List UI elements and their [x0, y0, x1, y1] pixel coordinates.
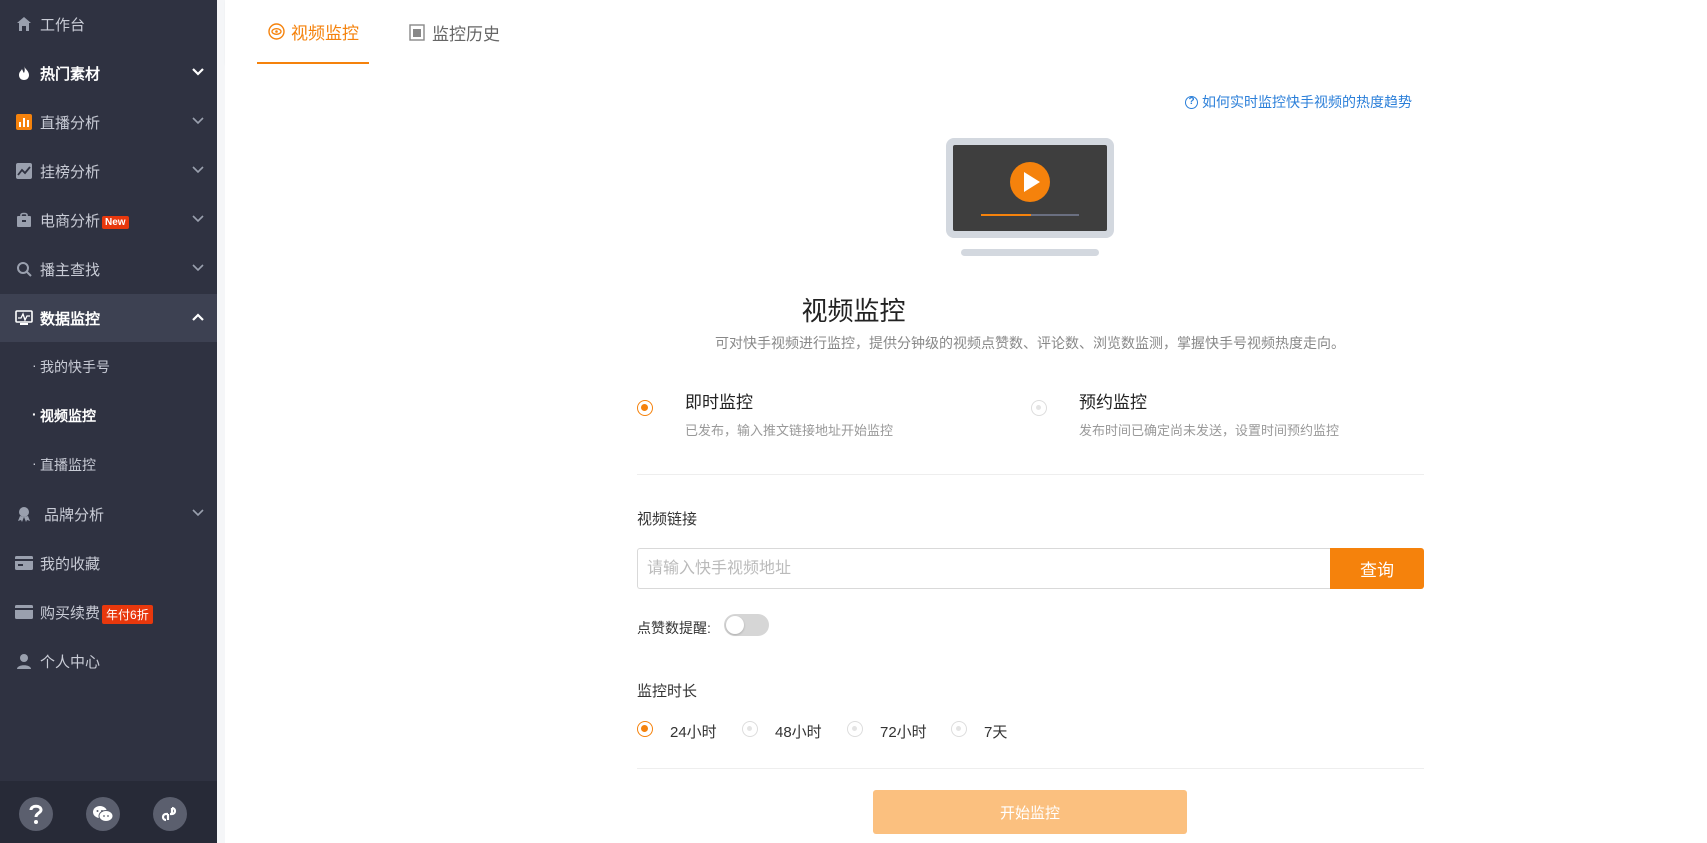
tab-monitor-history[interactable]: 监控历史: [408, 0, 500, 64]
duration-option-label: 7天: [984, 724, 1008, 741]
chevron-down-icon: [192, 215, 204, 223]
duration-option-label: 72小时: [880, 724, 927, 741]
sidebar-subitem-label: 视频监控: [40, 408, 96, 424]
query-button[interactable]: 查询: [1330, 548, 1424, 589]
sidebar-item-workbench[interactable]: 工作台: [0, 0, 217, 48]
wallet-icon: [15, 603, 33, 621]
search-icon: [15, 260, 33, 278]
tab-video-monitor[interactable]: 视频监控: [257, 0, 369, 64]
sidebar-item-label: 电商分析: [40, 213, 101, 230]
radio-duration-24h[interactable]: [637, 721, 653, 737]
sidebar-subitem-label: 我的快手号: [40, 359, 110, 375]
document-icon: [408, 23, 426, 41]
bar-chart-icon: [15, 113, 33, 131]
sidebar: 工作台 热门素材 直播分析 挂榜分析 电商分析 New 播主查找 数据监控 · …: [0, 0, 217, 843]
trend-icon: [15, 162, 33, 180]
shopping-bag-icon: [15, 211, 33, 229]
duration-label: 监控时长: [637, 683, 698, 700]
divider: [637, 768, 1424, 769]
like-reminder-toggle[interactable]: [724, 614, 769, 636]
start-monitor-button[interactable]: 开始监控: [873, 790, 1187, 834]
user-icon: [15, 652, 33, 670]
help-link-text: 如何实时监控快手视频的热度趋势: [1202, 94, 1412, 110]
sidebar-item-label: 购买续费: [40, 605, 101, 622]
home-icon: [15, 15, 33, 33]
sidebar-item-favorites[interactable]: 我的收藏: [0, 539, 217, 587]
video-url-input[interactable]: [637, 548, 1331, 589]
help-icon[interactable]: [19, 797, 53, 831]
duration-option-label: 48小时: [775, 724, 822, 741]
sidebar-item-streamer-search[interactable]: 播主查找: [0, 245, 217, 293]
sidebar-item-hot-material[interactable]: 热门素材: [0, 49, 217, 97]
video-monitor-illustration: [946, 138, 1114, 256]
question-icon: ?: [1185, 95, 1198, 109]
sidebar-item-live-analysis[interactable]: 直播分析: [0, 98, 217, 146]
video-link-label: 视频链接: [637, 511, 698, 528]
page-description: 可对快手视频进行监控，提供分钟级的视频点赞数、评论数、浏览数监测，掌握快手号视频…: [715, 335, 1345, 351]
radio-scheduled-monitor[interactable]: [1031, 400, 1047, 416]
fire-icon: [15, 64, 33, 82]
chevron-down-icon: [192, 166, 204, 174]
mode-instant-title: 即时监控: [685, 393, 753, 412]
promo-badge: 年付6折: [102, 604, 153, 624]
chevron-down-icon: [192, 509, 204, 517]
mode-scheduled-title: 预约监控: [1079, 393, 1147, 412]
radio-duration-72h[interactable]: [847, 721, 863, 737]
tab-label: 视频监控: [291, 23, 359, 43]
sidebar-item-purchase[interactable]: 购买续费 年付6折: [0, 588, 217, 636]
chevron-down-icon: [192, 68, 204, 76]
sidebar-item-label: 直播分析: [40, 115, 101, 132]
radio-duration-48h[interactable]: [742, 721, 758, 737]
sidebar-item-label: 个人中心: [40, 654, 101, 671]
card-icon: [15, 554, 33, 572]
link-icon[interactable]: [153, 797, 187, 831]
chevron-down-icon: [192, 264, 204, 272]
sidebar-item-label: 我的收藏: [40, 556, 101, 573]
divider: [637, 474, 1424, 475]
sidebar-item-ecommerce-analysis[interactable]: 电商分析 New: [0, 196, 217, 244]
radio-instant-monitor[interactable]: [637, 400, 653, 416]
sidebar-item-label: 播主查找: [40, 262, 101, 279]
sidebar-subitem-live-monitor[interactable]: · 直播监控: [0, 441, 217, 489]
toggle-knob: [726, 616, 744, 634]
sidebar-subitem-label: 直播监控: [40, 457, 96, 473]
sidebar-footer: [0, 781, 217, 843]
award-icon: [15, 505, 33, 523]
eye-icon: [267, 22, 285, 40]
sidebar-item-label: 品牌分析: [44, 507, 105, 524]
sidebar-item-label: 热门素材: [40, 66, 101, 83]
page-title: 视频监控: [801, 296, 906, 326]
bullet-dot: ·: [32, 455, 37, 471]
sidebar-item-label: 挂榜分析: [40, 164, 101, 181]
radio-duration-7d[interactable]: [951, 721, 967, 737]
tab-bar: 视频监控 监控历史: [225, 0, 1707, 64]
sidebar-item-ranking-analysis[interactable]: 挂榜分析: [0, 147, 217, 195]
sidebar-item-label: 工作台: [40, 17, 86, 34]
sidebar-item-profile[interactable]: 个人中心: [0, 637, 217, 685]
chevron-down-icon: [192, 117, 204, 125]
bullet-dot: ·: [32, 406, 37, 422]
sidebar-item-brand-analysis[interactable]: 品牌分析: [0, 490, 217, 538]
mode-instant-subtitle: 已发布，输入推文链接地址开始监控: [685, 423, 894, 438]
tab-label: 监控历史: [432, 24, 500, 44]
wechat-icon[interactable]: [86, 797, 120, 831]
mode-scheduled-subtitle: 发布时间已确定尚未发送，设置时间预约监控: [1079, 423, 1340, 438]
sidebar-subitem-video-monitor[interactable]: · 视频监控: [0, 392, 217, 440]
bullet-dot: ·: [32, 357, 37, 373]
duration-option-label: 24小时: [670, 724, 717, 741]
like-reminder-label: 点赞数提醒:: [637, 620, 711, 636]
new-badge: New: [102, 215, 129, 229]
help-link[interactable]: ? 如何实时监控快手视频的热度趋势: [1185, 92, 1412, 112]
